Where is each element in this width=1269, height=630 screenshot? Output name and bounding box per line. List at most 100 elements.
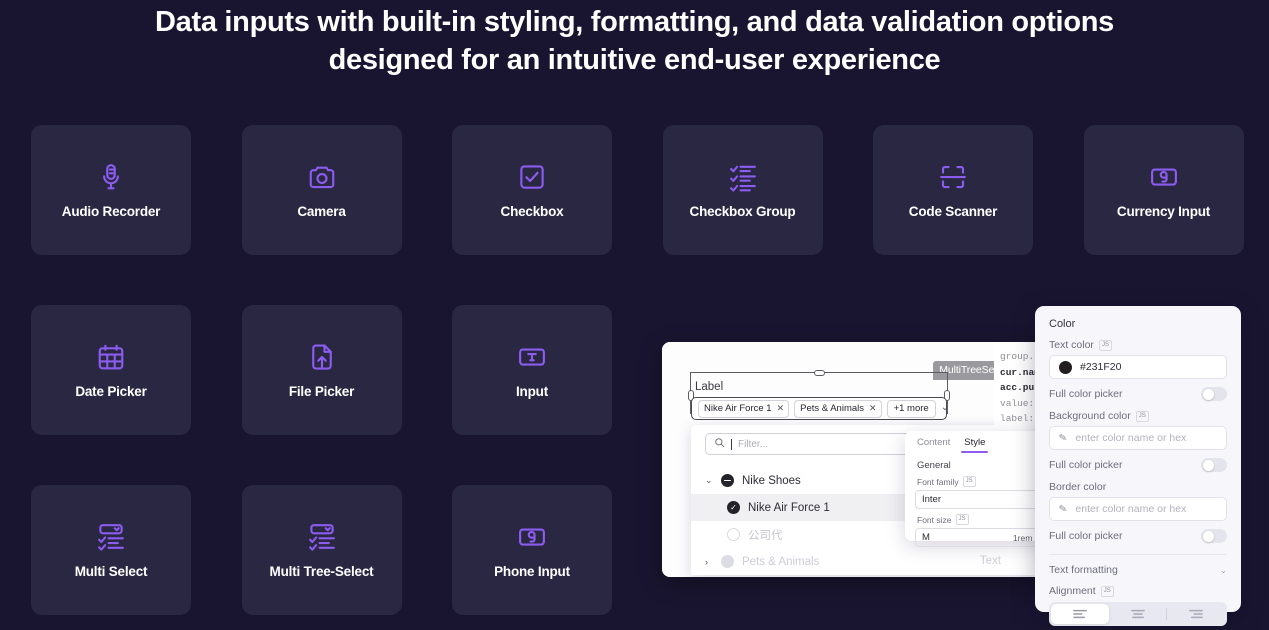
checkbox-unchecked-icon[interactable] — [727, 528, 740, 541]
card-label: Multi Select — [74, 563, 148, 579]
color-panel-title: Color — [1049, 318, 1076, 330]
full-color-picker-row-background[interactable]: Full color picker — [1049, 458, 1227, 472]
card-label: Checkbox Group — [689, 203, 796, 219]
calendar-icon — [96, 342, 126, 372]
more-chip[interactable]: +1 more — [886, 399, 936, 418]
js-badge[interactable]: JS — [1100, 585, 1114, 597]
selected-chip[interactable]: Pets & Animals ✕ — [794, 399, 882, 418]
text-caret — [731, 438, 732, 450]
card-label: Checkbox — [500, 203, 564, 219]
card-file-picker[interactable]: File Picker — [241, 305, 402, 435]
resize-handle-top[interactable] — [813, 370, 825, 376]
js-badge[interactable]: JS — [1098, 339, 1112, 351]
chevron-down-icon[interactable]: ⌄ — [705, 475, 713, 486]
section-general[interactable]: General ⌄ — [915, 460, 1051, 471]
text-color-label-row: Text color JS — [1049, 339, 1227, 351]
background-color-field[interactable]: ✎ enter color name or hex — [1049, 426, 1227, 450]
card-multi-tree-select[interactable]: Multi Tree-Select — [241, 485, 402, 615]
text-color-label: Text color — [1049, 339, 1094, 351]
font-size-select[interactable]: M 1rem ⌄ — [915, 528, 1051, 547]
js-badge[interactable]: JS — [1135, 410, 1149, 422]
tree-node-label: 公司代 — [748, 529, 783, 542]
tab-content[interactable]: Content — [917, 437, 950, 453]
section-general-label: General — [917, 460, 951, 471]
card-checkbox[interactable]: Checkbox — [452, 125, 612, 255]
card-label: File Picker — [288, 383, 355, 399]
tab-style[interactable]: Style — [961, 437, 989, 453]
card-label: Input — [516, 383, 548, 399]
eyedropper-icon[interactable]: ✎ — [1058, 503, 1068, 515]
border-color-field[interactable]: ✎ enter color name or hex — [1049, 497, 1227, 521]
component-grid-row-1: Audio Recorder Camera Checkbox Checkbox … — [31, 125, 1244, 255]
card-date-picker[interactable]: Date Picker — [31, 305, 191, 435]
border-color-placeholder: enter color name or hex — [1075, 503, 1187, 515]
file-upload-icon — [307, 342, 337, 372]
alignment-label-row: Alignment JS — [1049, 585, 1227, 597]
text-color-value: #231F20 — [1080, 361, 1122, 373]
card-label: Multi Tree-Select — [269, 563, 374, 579]
card-code-scanner[interactable]: Code Scanner — [873, 125, 1033, 255]
font-family-value: Inter — [922, 494, 942, 505]
panel-divider — [1049, 554, 1227, 555]
card-camera[interactable]: Camera — [241, 125, 402, 255]
camera-icon — [307, 162, 337, 192]
font-family-label: Font family — [917, 476, 959, 487]
chip-label: Pets & Animals — [800, 402, 865, 414]
page-title: Data inputs with built-in styling, forma… — [0, 0, 1269, 79]
js-badge[interactable]: JS — [955, 514, 969, 525]
multi-tree-select-icon — [307, 522, 337, 552]
toggle-switch[interactable] — [1201, 387, 1227, 401]
font-family-label-row: Font family JS — [915, 476, 1051, 487]
eyedropper-icon[interactable]: ✎ — [1058, 432, 1068, 444]
full-color-picker-row-text[interactable]: Full color picker — [1049, 387, 1227, 401]
inspector-tabs: Content Style — [915, 437, 1051, 453]
chevron-down-icon[interactable]: ⌄ — [1220, 566, 1227, 575]
chevron-right-icon[interactable]: › — [705, 557, 713, 567]
full-color-picker-label: Full color picker — [1049, 388, 1123, 400]
text-color-field[interactable]: #231F20 — [1049, 355, 1227, 379]
card-audio-recorder[interactable]: Audio Recorder — [31, 125, 191, 255]
chip-label: +1 more — [893, 402, 929, 414]
multi-tree-select-input[interactable]: Nike Air Force 1 ✕ Pets & Animals ✕ +1 m… — [691, 397, 949, 420]
align-left-button[interactable] — [1051, 604, 1109, 624]
selected-chip[interactable]: Nike Air Force 1 ✕ — [698, 399, 790, 418]
tree-node-label: Pets & Animals — [742, 555, 820, 568]
background-color-label: Background color — [1049, 410, 1131, 422]
js-badge[interactable]: JS — [962, 476, 976, 487]
page-title-line-1: Data inputs with built-in styling, forma… — [155, 6, 1114, 38]
checkbox-checked-icon[interactable] — [721, 555, 734, 568]
font-family-select[interactable]: Inter ⌄ — [915, 490, 1051, 509]
checkbox-group-icon — [728, 162, 758, 192]
alignment-button-group — [1049, 602, 1227, 626]
card-label: Currency Input — [1116, 203, 1211, 219]
full-color-picker-row-border[interactable]: Full color picker — [1049, 529, 1227, 543]
editor-canvas: MultiTreeSelect2 Label Nike Air Force 1 … — [662, 342, 1067, 577]
currency-input-icon — [1149, 162, 1179, 192]
font-size-label-row: Font size JS — [915, 514, 1051, 525]
product-screenshot: MultiTreeSelect2 Label Nike Air Force 1 … — [662, 306, 1269, 630]
toggle-switch[interactable] — [1201, 529, 1227, 543]
card-multi-select[interactable]: Multi Select — [31, 485, 191, 615]
align-center-button[interactable] — [1109, 604, 1167, 624]
microphone-icon — [96, 162, 126, 192]
card-checkbox-group[interactable]: Checkbox Group — [662, 125, 823, 255]
card-label: Camera — [297, 203, 346, 219]
color-swatch[interactable] — [1059, 360, 1072, 374]
checkbox-checked-icon[interactable] — [727, 501, 740, 514]
card-currency-input[interactable]: Currency Input — [1083, 125, 1244, 255]
checkbox-partial-icon[interactable] — [721, 474, 734, 487]
card-input[interactable]: Input — [452, 305, 612, 435]
close-icon[interactable]: ✕ — [777, 403, 785, 414]
align-right-button[interactable] — [1167, 604, 1225, 624]
text-watermark: Text — [979, 555, 1001, 567]
text-formatting-section[interactable]: Text formatting ⌄ — [1049, 564, 1227, 576]
toggle-switch[interactable] — [1201, 458, 1227, 472]
close-icon[interactable]: ✕ — [869, 403, 877, 414]
alignment-label: Alignment — [1049, 585, 1096, 597]
chip-label: Nike Air Force 1 — [704, 402, 772, 414]
font-size-unit: 1rem — [1012, 532, 1033, 543]
full-color-picker-label: Full color picker — [1049, 459, 1123, 471]
card-phone-input[interactable]: Phone Input — [452, 485, 612, 615]
font-size-value: M — [922, 532, 930, 543]
chevron-down-icon[interactable]: ⌄ — [941, 402, 949, 413]
